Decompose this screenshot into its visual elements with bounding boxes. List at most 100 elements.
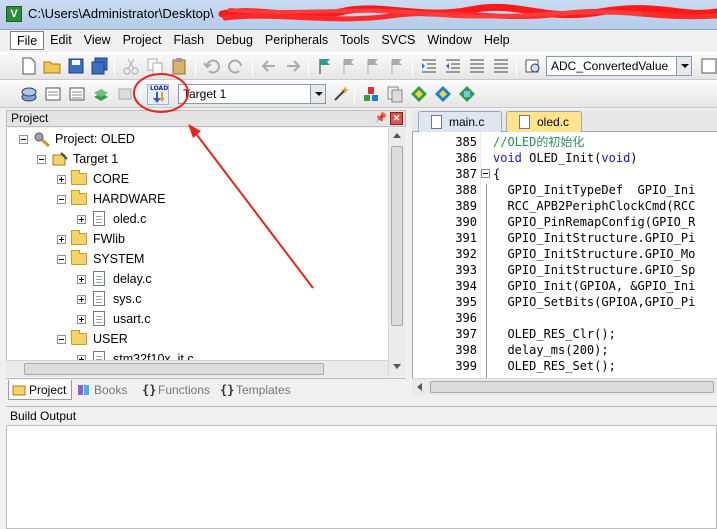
expand-icon[interactable] <box>57 235 66 244</box>
editor-horizontal-scrollbar[interactable] <box>412 378 717 395</box>
rebuild-icon[interactable] <box>68 85 86 103</box>
comment-icon[interactable] <box>468 57 486 75</box>
code-line[interactable]: 394 GPIO_Init(GPIOA, &GPIO_Ini <box>413 278 717 294</box>
uncomment-icon[interactable] <box>492 57 510 75</box>
scrollbar-thumb[interactable] <box>430 381 714 393</box>
code-line[interactable]: 392 GPIO_InitStructure.GPIO_Mo <box>413 246 717 262</box>
tree-item-file-delay[interactable]: delay.c <box>13 269 383 289</box>
redo-icon[interactable] <box>227 57 245 75</box>
tree-item-group-core[interactable]: CORE <box>13 169 383 189</box>
tree-item-group-system[interactable]: SYSTEM <box>13 249 383 269</box>
prev-bookmark-icon[interactable] <box>340 57 358 75</box>
build-icon[interactable] <box>44 85 62 103</box>
code-line[interactable]: 391 GPIO_InitStructure.GPIO_Pi <box>413 230 717 246</box>
tab-main-c[interactable]: main.c <box>418 111 502 132</box>
clear-bookmarks-icon[interactable] <box>388 57 406 75</box>
scrollbar-thumb[interactable] <box>391 146 403 326</box>
code-line[interactable]: 389 RCC_APB2PeriphClockCmd(RCC <box>413 198 717 214</box>
save-all-icon[interactable] <box>91 57 109 75</box>
find-in-files-icon[interactable] <box>524 57 542 75</box>
tree-item-target[interactable]: Target 1 <box>13 149 383 169</box>
unindent-icon[interactable] <box>444 57 462 75</box>
tree-item-project[interactable]: Project: OLED <box>13 129 383 149</box>
fold-toggle-icon[interactable] <box>481 169 490 178</box>
pin-icon[interactable]: 📌 <box>375 111 387 126</box>
menu-edit[interactable]: Edit <box>44 31 78 50</box>
expand-icon[interactable] <box>77 215 86 224</box>
cut-icon[interactable] <box>122 57 140 75</box>
tab-oled-c[interactable]: oled.c <box>506 111 582 132</box>
pack-installer-icon[interactable] <box>410 85 428 103</box>
menu-view[interactable]: View <box>78 31 117 50</box>
code-line[interactable]: 396 <box>413 310 717 326</box>
file-extensions-icon[interactable] <box>386 85 404 103</box>
open-folder-icon[interactable] <box>43 57 61 75</box>
run-time-environment-icon[interactable] <box>458 85 476 103</box>
tree-item-file-usart[interactable]: usart.c <box>13 309 383 329</box>
menu-flash[interactable]: Flash <box>167 31 210 50</box>
tree-item-group-user[interactable]: USER <box>13 329 383 349</box>
tree-item-group-hardware[interactable]: HARDWARE <box>13 189 383 209</box>
collapse-icon[interactable] <box>57 195 66 204</box>
code-editor[interactable]: 385 //OLED的初始化 386 void OLED_Init(void) 387 {… <box>412 132 717 378</box>
menu-window[interactable]: Window <box>421 31 477 50</box>
indent-icon[interactable] <box>420 57 438 75</box>
new-file-icon[interactable] <box>20 57 38 75</box>
download-load-button[interactable]: LOAD <box>147 84 169 105</box>
code-line[interactable]: 395 GPIO_SetBits(GPIOA,GPIO_Pi <box>413 294 717 310</box>
expand-icon[interactable] <box>77 315 86 324</box>
find-combo[interactable]: ADC_ConvertedValue <box>546 56 692 76</box>
menu-help[interactable]: Help <box>478 31 516 50</box>
tree-item-file-sys[interactable]: sys.c <box>13 289 383 309</box>
target-options-wand-icon[interactable] <box>332 85 350 103</box>
translate-icon[interactable] <box>20 85 38 103</box>
manage-components-icon[interactable] <box>362 85 380 103</box>
tab-templates[interactable]: {} Templates <box>216 380 300 400</box>
menu-svcs[interactable]: SVCS <box>375 31 421 50</box>
select-software-packs-icon[interactable] <box>434 85 452 103</box>
batch-build-icon[interactable] <box>92 85 110 103</box>
close-icon[interactable]: ✕ <box>390 112 403 125</box>
collapse-icon[interactable] <box>57 255 66 264</box>
menu-tools[interactable]: Tools <box>334 31 375 50</box>
scroll-down-icon[interactable] <box>393 364 401 369</box>
collapse-icon[interactable] <box>57 335 66 344</box>
expand-icon[interactable] <box>57 175 66 184</box>
tree-item-group-fwlib[interactable]: FWlib <box>13 229 383 249</box>
code-line[interactable]: 387 { <box>413 166 717 182</box>
paste-icon[interactable] <box>170 57 188 75</box>
target-select[interactable]: Target 1 <box>178 84 326 104</box>
menu-peripherals[interactable]: Peripherals <box>259 31 334 50</box>
code-line[interactable]: 386 void OLED_Init(void) <box>413 150 717 166</box>
scroll-up-icon[interactable] <box>393 133 401 138</box>
expand-icon[interactable] <box>77 275 86 284</box>
code-line[interactable]: 398 delay_ms(200); <box>413 342 717 358</box>
project-tree-horizontal-scrollbar[interactable] <box>6 360 388 377</box>
code-line[interactable]: 397 OLED_RES_Clr(); <box>413 326 717 342</box>
tab-functions[interactable]: {} Functions <box>138 380 214 400</box>
tab-project[interactable]: Project <box>8 380 72 400</box>
chevron-down-icon[interactable] <box>676 57 691 75</box>
code-line[interactable]: 393 GPIO_InitStructure.GPIO_Sp <box>413 262 717 278</box>
nav-back-icon[interactable] <box>260 57 278 75</box>
code-line[interactable]: 385 //OLED的初始化 <box>413 134 717 150</box>
scroll-left-icon[interactable] <box>417 383 422 391</box>
project-tree-vertical-scrollbar[interactable] <box>388 128 405 376</box>
chevron-down-icon[interactable] <box>310 85 325 103</box>
scrollbar-thumb[interactable] <box>24 363 324 375</box>
save-icon[interactable] <box>67 57 85 75</box>
tree-item-file-oled[interactable]: oled.c <box>13 209 383 229</box>
expand-icon[interactable] <box>77 295 86 304</box>
stop-build-icon[interactable] <box>116 85 134 103</box>
code-line[interactable]: 390 GPIO_PinRemapConfig(GPIO_R <box>413 214 717 230</box>
menu-debug[interactable]: Debug <box>210 31 259 50</box>
nav-forward-icon[interactable] <box>284 57 302 75</box>
tab-books[interactable]: Books <box>74 380 136 400</box>
code-line[interactable]: 399 OLED_RES_Set(); <box>413 358 717 374</box>
build-output-area[interactable] <box>6 425 717 529</box>
undo-icon[interactable] <box>203 57 221 75</box>
menu-file[interactable]: File <box>10 31 45 50</box>
incremental-find-icon[interactable] <box>700 57 717 75</box>
collapse-icon[interactable] <box>37 155 46 164</box>
collapse-icon[interactable] <box>19 135 28 144</box>
